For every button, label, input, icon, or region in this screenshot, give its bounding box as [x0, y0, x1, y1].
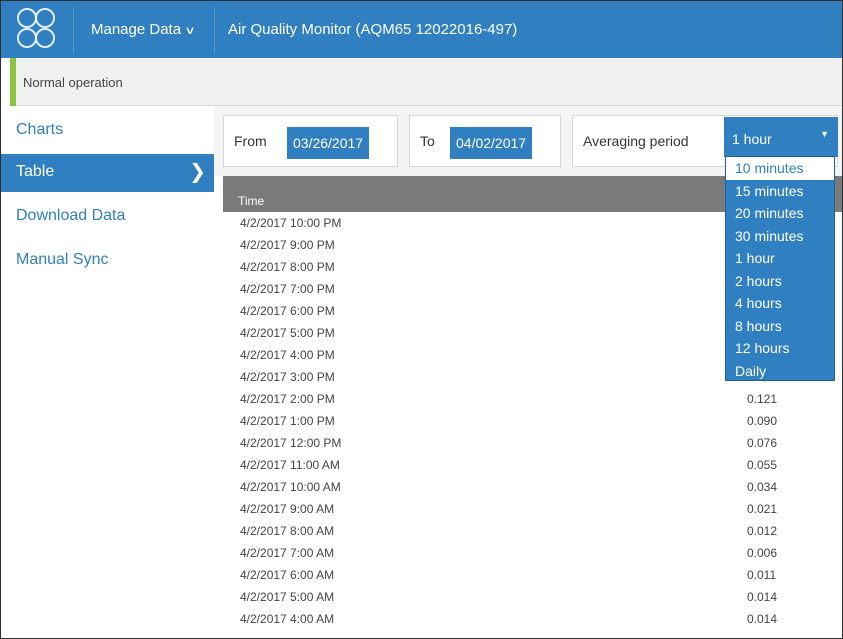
table-row: 4/2/2017 8:00 AM 0.012 — [223, 520, 842, 542]
table-row: 4/2/2017 10:00 AM 0.034 — [223, 476, 842, 498]
chevron-down-icon: ∨ — [184, 25, 196, 37]
from-date-group: From 03/26/2017 — [223, 115, 398, 167]
sidebar-item-download-data[interactable]: Download Data — [1, 198, 214, 236]
dropdown-option[interactable]: 10 minutes — [726, 157, 834, 180]
sidebar-item-charts[interactable]: Charts — [1, 112, 214, 150]
time-cell: 4/2/2017 10:00 AM — [240, 480, 341, 494]
table-row: 4/2/2017 4:00 AM 0.014 — [223, 608, 842, 630]
header-divider — [214, 7, 215, 53]
dropdown-option[interactable]: 2 hours — [726, 270, 834, 293]
top-header: Manage Data ∨ Air Quality Monitor (AQM65 … — [1, 1, 842, 58]
averaging-period-select[interactable]: 1 hour ▼ — [724, 117, 838, 157]
to-label: To — [420, 133, 435, 149]
time-cell: 4/2/2017 1:00 PM — [240, 414, 335, 428]
value-cell: 0.076 — [747, 436, 778, 450]
value-cell: 0.090 — [747, 414, 778, 428]
dropdown-option[interactable]: 12 hours — [726, 337, 834, 360]
value-cell: 0.014 — [747, 612, 778, 626]
dropdown-option[interactable]: 20 minutes — [726, 202, 834, 225]
to-date-input[interactable]: 04/02/2017 — [450, 127, 533, 159]
manage-data-label: Manage Data — [91, 21, 182, 38]
time-cell: 4/2/2017 3:00 PM — [240, 370, 335, 384]
dropdown-option[interactable]: 30 minutes — [726, 225, 834, 248]
value-cell: 0.006 — [747, 546, 778, 560]
time-cell: 4/2/2017 6:00 PM — [240, 304, 335, 318]
column-header-time[interactable]: Time — [238, 194, 264, 208]
table-row: 4/2/2017 12:00 PM 0.076 — [223, 432, 842, 454]
status-bar — [10, 58, 842, 106]
time-cell: 4/2/2017 9:00 PM — [240, 238, 335, 252]
table-row: 4/2/2017 1:00 PM 0.090 — [223, 410, 842, 432]
averaging-period-dropdown: 10 minutes 15 minutes 20 minutes 30 minutes… — [725, 156, 835, 381]
table-row: 4/2/2017 5:00 AM 0.014 — [223, 586, 842, 608]
time-cell: 4/2/2017 4:00 AM — [240, 612, 335, 626]
time-cell: 4/2/2017 8:00 AM — [240, 524, 335, 538]
status-indicator — [10, 58, 16, 106]
dropdown-option[interactable]: 4 hours — [726, 292, 834, 315]
time-cell: 4/2/2017 8:00 PM — [240, 260, 335, 274]
value-cell: 0.021 — [747, 502, 778, 516]
from-label: From — [234, 133, 267, 149]
header-divider — [73, 7, 74, 53]
time-cell: 4/2/2017 12:00 PM — [240, 436, 342, 450]
sidebar-item-label: Download Data — [16, 207, 126, 224]
from-date-input[interactable]: 03/26/2017 — [287, 127, 370, 159]
time-cell: 4/2/2017 10:00 PM — [240, 216, 342, 230]
sidebar-item-table[interactable]: Table ❯ — [1, 154, 214, 192]
table-row: 4/2/2017 2:00 PM 0.121 — [223, 388, 842, 410]
device-title: Air Quality Monitor (AQM65 12022016-497) — [228, 21, 518, 38]
table-row: 4/2/2017 7:00 AM 0.006 — [223, 542, 842, 564]
chevron-right-icon: ❯ — [189, 161, 206, 183]
time-cell: 4/2/2017 2:00 PM — [240, 392, 335, 406]
time-cell: 4/2/2017 4:00 PM — [240, 348, 335, 362]
time-cell: 4/2/2017 7:00 PM — [240, 282, 335, 296]
averaging-period-value: 1 hour — [732, 131, 772, 147]
table-row: 4/2/2017 6:00 AM 0.011 — [223, 564, 842, 586]
value-cell: 0.012 — [747, 524, 778, 538]
time-cell: 4/2/2017 7:00 AM — [240, 546, 335, 560]
table-row: 4/2/2017 9:00 AM 0.021 — [223, 498, 842, 520]
time-cell: 4/2/2017 6:00 AM — [240, 568, 335, 582]
value-cell: 0.011 — [747, 568, 777, 582]
dropdown-option[interactable]: 15 minutes — [726, 180, 834, 203]
dropdown-option[interactable]: 8 hours — [726, 315, 834, 338]
time-cell: 4/2/2017 5:00 PM — [240, 326, 335, 340]
sidebar: Charts Table ❯ Download Data Manual Sync — [1, 106, 214, 638]
value-cell: 0.055 — [747, 458, 778, 472]
sidebar-item-label: Charts — [16, 121, 64, 138]
status-text: Normal operation — [23, 75, 123, 90]
time-cell: 4/2/2017 9:00 AM — [240, 502, 335, 516]
time-cell: 4/2/2017 11:00 AM — [240, 458, 340, 472]
dropdown-option[interactable]: 1 hour — [726, 247, 834, 270]
value-cell: 0.014 — [747, 590, 778, 604]
dropdown-option[interactable]: Daily — [726, 360, 834, 383]
sidebar-item-manual-sync[interactable]: Manual Sync — [1, 242, 214, 280]
averaging-period-label: Averaging period — [583, 133, 689, 149]
value-cell: 0.121 — [747, 392, 778, 406]
value-cell: 0.034 — [747, 480, 778, 494]
manage-data-menu[interactable]: Manage Data ∨ — [91, 21, 196, 38]
time-cell: 4/2/2017 5:00 AM — [240, 590, 335, 604]
caret-down-icon: ▼ — [820, 129, 829, 139]
sidebar-item-label: Manual Sync — [16, 251, 109, 268]
app-logo-icon[interactable] — [15, 8, 59, 50]
sidebar-item-label: Table — [16, 163, 55, 180]
app-window: Manage Data ∨ Air Quality Monitor (AQM65 … — [0, 0, 843, 639]
table-row: 4/2/2017 11:00 AM 0.055 — [223, 454, 842, 476]
to-date-group: To 04/02/2017 — [409, 115, 561, 167]
